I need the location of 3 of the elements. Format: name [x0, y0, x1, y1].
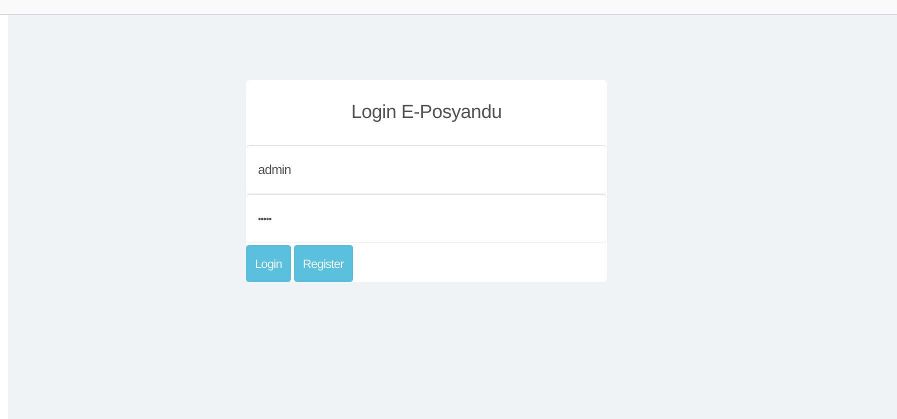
username-field[interactable]: admin [246, 145, 607, 193]
card-title: Login E-Posyandu [350, 100, 503, 124]
password-field[interactable]: ••••• [246, 194, 607, 242]
